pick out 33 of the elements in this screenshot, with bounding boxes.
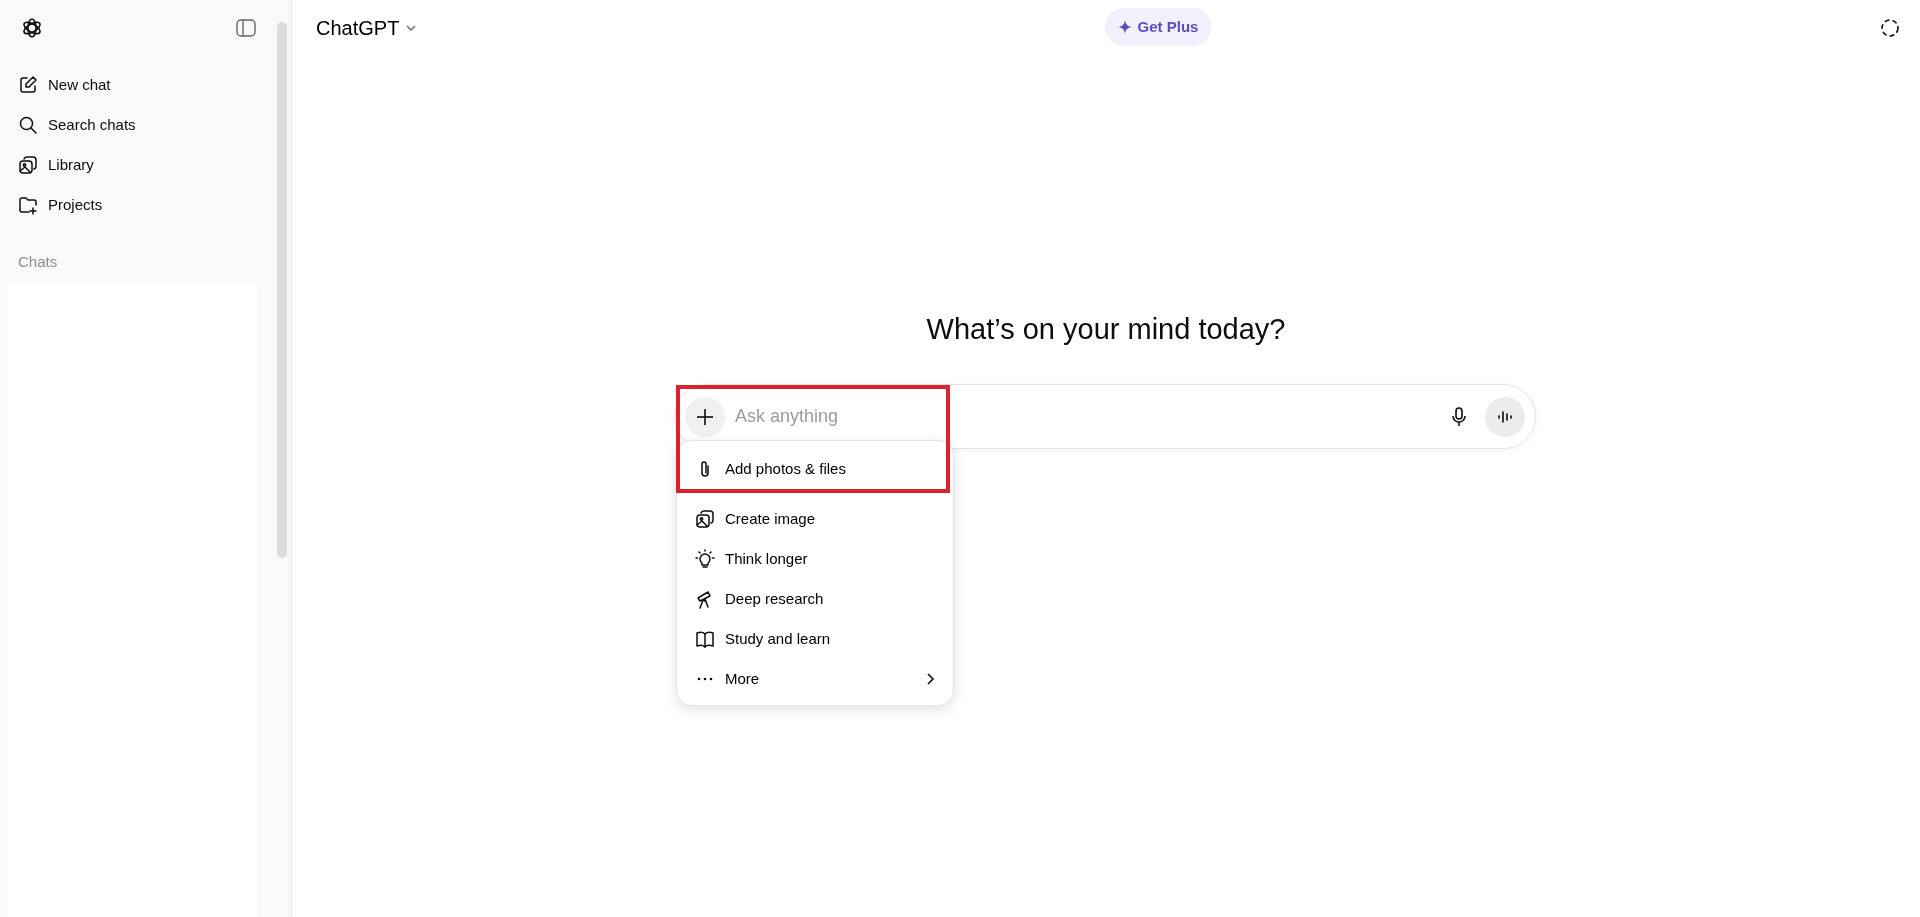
- sidebar-item[interactable]: New chat: [0, 65, 276, 105]
- plus-icon: [696, 407, 714, 426]
- section-label: Chats: [17, 252, 59, 272]
- menu-item[interactable]: Add photos & files: [677, 449, 953, 489]
- compose-icon: [18, 75, 38, 95]
- menu-item[interactable]: Deep research: [677, 579, 953, 619]
- menu-item[interactable]: More: [677, 659, 953, 699]
- sidebar-toggle-icon[interactable]: [236, 19, 256, 37]
- book-icon: [695, 629, 715, 649]
- more-icon: [697, 677, 713, 681]
- sidebar-item[interactable]: Library: [0, 145, 276, 185]
- sidebar-item[interactable]: Projects: [0, 185, 276, 225]
- model-selector[interactable]: ChatGPT: [312, 13, 422, 43]
- waveform-icon: [1497, 408, 1513, 425]
- folder-icon: [18, 195, 38, 215]
- images-icon: [18, 155, 38, 175]
- voice-mode-button[interactable]: [1485, 396, 1525, 437]
- search-icon: [18, 115, 38, 135]
- images-icon: [695, 509, 715, 529]
- chevron-right-icon: [925, 672, 935, 686]
- get-plus-button[interactable]: Get Plus: [1105, 8, 1211, 46]
- temporary-chat-icon[interactable]: [1880, 18, 1900, 38]
- sidebar-item[interactable]: Search chats: [0, 105, 276, 145]
- menu-item[interactable]: Study and learn: [677, 619, 953, 659]
- sparkle-icon: [1117, 20, 1132, 34]
- greeting-heading: What’s on your mind today?: [926, 312, 1286, 347]
- menu-item[interactable]: Think longer: [677, 539, 953, 579]
- message-input[interactable]: Ask anything: [733, 402, 1433, 431]
- add-button[interactable]: [685, 396, 725, 437]
- menu-item[interactable]: Create image: [677, 499, 953, 539]
- microphone-icon: [1451, 406, 1467, 427]
- lightbulb-icon: [695, 549, 715, 569]
- logo-icon[interactable]: [20, 16, 44, 40]
